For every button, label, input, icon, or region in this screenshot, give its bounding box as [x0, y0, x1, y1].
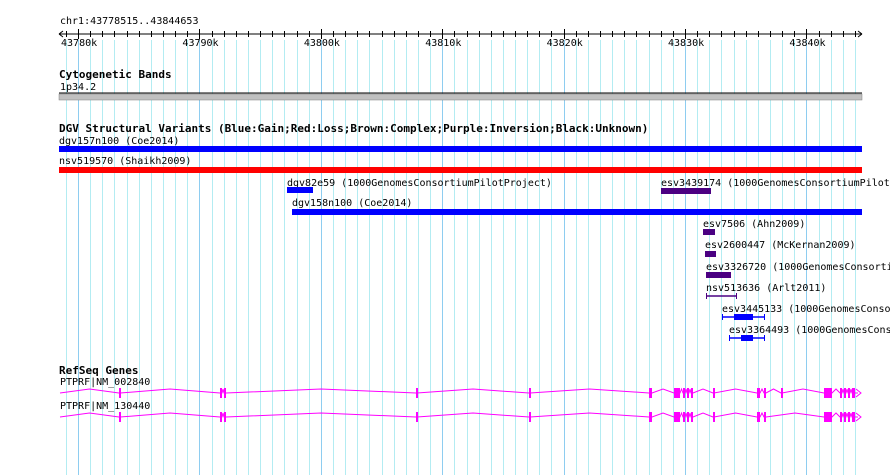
gene-exon[interactable] — [852, 412, 855, 422]
dgv-feature-bar[interactable] — [706, 272, 731, 278]
gene-exon[interactable] — [649, 388, 652, 398]
gene-exon[interactable] — [649, 412, 652, 422]
refseq-track-title: RefSeq Genes — [59, 364, 138, 377]
gene-exon[interactable] — [824, 388, 832, 398]
cytoband-track-title: Cytogenetic Bands — [59, 68, 172, 81]
dgv-feature-label: nsv513636 (Arlt2011) — [706, 283, 826, 294]
gene-label: PTPRF|NM_130440 — [60, 401, 150, 412]
gene-exon[interactable] — [844, 412, 846, 422]
gene-exon[interactable] — [713, 388, 715, 398]
gene-exon[interactable] — [687, 388, 689, 398]
gene-exon[interactable] — [844, 388, 846, 398]
ruler-tick-label: 43810k — [425, 38, 461, 49]
ruler-tick-label: 43840k — [789, 38, 825, 49]
dgv-feature[interactable]: esv3326720 (1000GenomesConsortium) — [706, 262, 890, 278]
dgv-feature-core[interactable] — [734, 314, 753, 320]
gene-exon[interactable] — [220, 412, 222, 422]
ruler-tick-label: 43820k — [547, 38, 583, 49]
ruler[interactable]: 43780k 43790k 43800k 43810k 43820k 43830k 4384… — [58, 29, 863, 49]
ruler-tick-label: 43830k — [668, 38, 704, 49]
gene-exon[interactable] — [757, 412, 760, 422]
gene-exon[interactable] — [691, 388, 693, 398]
gene-exon[interactable] — [764, 388, 766, 398]
dgv-feature-label: esv3439174 (1000GenomesConsortiumPilotPr… — [661, 178, 890, 189]
gene-exon[interactable] — [674, 412, 680, 422]
gene-intron — [59, 411, 858, 418]
dgv-feature-bar[interactable] — [59, 146, 862, 152]
dgv-feature-bar[interactable] — [703, 229, 715, 235]
gene-exon[interactable] — [687, 412, 689, 422]
gene-exon[interactable] — [691, 412, 693, 422]
dgv-feature[interactable]: esv3364493 (1000GenomesConsortium) — [729, 325, 890, 341]
dgv-feature-label: esv3326720 (1000GenomesConsortium) — [706, 262, 890, 273]
dgv-feature[interactable]: esv7506 (Ahn2009) — [703, 219, 805, 235]
gene-intron — [59, 387, 858, 394]
gene-exon[interactable] — [852, 388, 855, 398]
dgv-feature[interactable]: dgv82e59 (1000GenomesConsortiumPilotProj… — [287, 178, 552, 193]
track-canvas: chr1:43778515..43844653 43780k 43790k 4380… — [58, 16, 890, 475]
gene-exon[interactable] — [840, 388, 842, 398]
gene-exon[interactable] — [224, 388, 226, 398]
dgv-feature[interactable]: dgv157n100 (Coe2014) — [59, 136, 862, 152]
gene-exon[interactable] — [529, 388, 531, 398]
dgv-feature-core[interactable] — [741, 335, 753, 341]
gene-exon[interactable] — [848, 388, 850, 398]
gene-exon[interactable] — [416, 388, 418, 398]
dgv-feature-bar[interactable] — [287, 187, 313, 193]
dgv-feature-bar[interactable] — [292, 209, 862, 215]
ruler-tick-label: 43800k — [304, 38, 340, 49]
gene-exon[interactable] — [224, 412, 226, 422]
dgv-feature-label: dgv157n100 (Coe2014) — [59, 136, 179, 147]
dgv-feature-label: esv7506 (Ahn2009) — [703, 219, 805, 230]
gene-exon[interactable] — [119, 388, 121, 398]
dgv-feature-bar[interactable] — [59, 167, 862, 173]
cytoband-label: 1p34.2 — [60, 82, 96, 93]
dgv-features: dgv157n100 (Coe2014) nsv519570 (Shaikh200… — [59, 136, 890, 341]
dgv-feature-label: esv2600447 (McKernan2009) — [705, 240, 856, 251]
gene-exon[interactable] — [713, 412, 715, 422]
refseq-gene[interactable]: PTPRF|NM_130440 — [59, 401, 862, 422]
dgv-feature[interactable]: nsv513636 (Arlt2011) — [706, 283, 826, 299]
dgv-feature[interactable]: esv2600447 (McKernan2009) — [705, 240, 856, 257]
gene-label: PTPRF|NM_002840 — [60, 377, 150, 388]
gene-exon[interactable] — [840, 412, 842, 422]
gene-exon[interactable] — [529, 412, 531, 422]
ruler-range-label: chr1:43778515..43844653 — [60, 16, 198, 27]
refseq-gene[interactable]: PTPRF|NM_002840 — [59, 377, 862, 398]
dgv-feature-label: dgv158n100 (Coe2014) — [292, 198, 412, 209]
gene-exon[interactable] — [848, 412, 850, 422]
gene-exon[interactable] — [416, 412, 418, 422]
dgv-track-title: DGV Structural Variants (Blue:Gain;Red:L… — [59, 122, 648, 135]
gridlines — [66, 40, 856, 475]
genome-browser-panel: chr1:43778515..43844653 43780k 43790k 4380… — [0, 0, 890, 475]
dgv-feature-label: esv3445133 (1000GenomesConsortium) — [722, 304, 890, 315]
ruler-tick-label: 43790k — [182, 38, 218, 49]
refseq-genes: PTPRF|NM_002840 PTPRF|NM_130440 — [59, 377, 862, 422]
dgv-feature-bar[interactable] — [661, 188, 711, 194]
dgv-feature-label: esv3364493 (1000GenomesConsortium) — [729, 325, 890, 336]
gene-exon[interactable] — [220, 388, 222, 398]
gene-exon[interactable] — [824, 412, 832, 422]
gene-exon[interactable] — [757, 388, 760, 398]
gene-exon[interactable] — [674, 388, 680, 398]
dgv-feature-label: dgv82e59 (1000GenomesConsortiumPilotProj… — [287, 178, 552, 189]
ruler-tick-label: 43780k — [61, 38, 97, 49]
cytoband-1p34.2[interactable] — [58, 93, 863, 101]
gene-exon[interactable] — [781, 388, 783, 398]
dgv-feature-label: nsv519570 (Shaikh2009) — [59, 156, 191, 167]
gene-exon[interactable] — [764, 412, 766, 422]
gene-exon[interactable] — [683, 388, 685, 398]
gene-exon[interactable] — [119, 412, 121, 422]
gene-exon[interactable] — [683, 412, 685, 422]
dgv-feature-bar[interactable] — [705, 251, 716, 257]
dgv-feature[interactable]: nsv519570 (Shaikh2009) — [59, 156, 862, 173]
